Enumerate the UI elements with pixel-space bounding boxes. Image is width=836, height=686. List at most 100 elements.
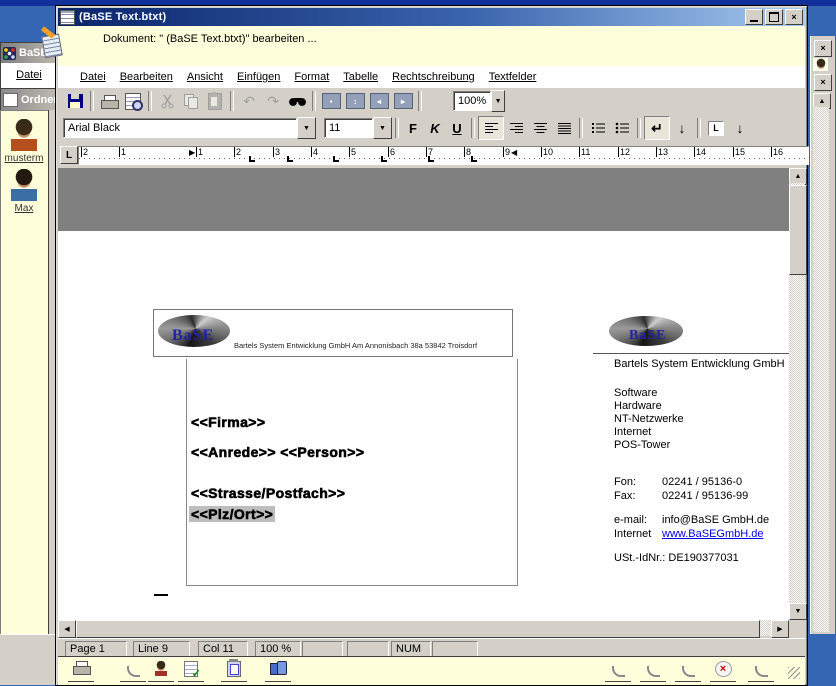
ruler-tab-selector[interactable]: L [60,146,78,164]
bullet-list-button[interactable] [610,117,634,139]
export-button[interactable] [265,661,291,682]
ruler-number: 3 [273,147,280,157]
line-break-button[interactable]: ↵ [644,116,670,140]
scroll-left-button[interactable]: ◀ [58,620,76,638]
pipe-tool-button-2[interactable] [605,661,631,682]
underline-button[interactable]: U [446,117,468,139]
menu-ansicht[interactable]: Ansicht [187,71,223,83]
find-button[interactable] [285,90,309,112]
cut-button[interactable] [155,90,179,112]
scroll-right-icon: ▶ [777,626,782,633]
align-justify-button[interactable] [552,117,576,139]
font-name-combobox[interactable]: Arial Black ▼ [63,118,316,138]
scroll-down-button[interactable]: ▼ [789,603,807,620]
insert-down-button[interactable]: ↓ [728,117,752,139]
user-link-max[interactable]: Max [1,203,47,214]
close-button[interactable]: × [785,9,803,25]
placeholder-anrede-person[interactable]: <<Anrede>> <<Person>> [191,444,364,460]
ruler-number: 2 [81,147,88,157]
align-right-icon [510,122,523,134]
user-link-musterm[interactable]: musterm [1,153,47,164]
pipe-tool-button-3[interactable] [640,661,666,682]
cancel-button[interactable]: × [710,661,736,682]
print-button[interactable] [97,90,121,112]
maximize-button[interactable] [765,9,783,25]
pipe-icon [127,666,140,677]
print-preview-button[interactable] [121,90,145,112]
textfield-button-1[interactable]: ▪ [319,90,343,112]
spellcheck-button[interactable] [178,661,204,682]
textfield-button-2[interactable]: ↕ [343,90,367,112]
bold-button[interactable]: F [402,117,424,139]
paragraph-down-button[interactable]: ↓ [670,117,694,139]
menu-bearbeiten[interactable]: Bearbeiten [120,71,173,83]
textfield-button-4[interactable]: ▸ [391,90,415,112]
vertical-scrollbar[interactable]: ▲ ▼ [789,168,805,620]
resize-grip[interactable] [788,667,800,679]
underline-icon: U [452,121,461,136]
redo-button[interactable]: ↷ [261,90,285,112]
ruler-number: 10 [541,147,553,157]
save-button[interactable] [63,90,87,112]
tab-type-icon: L [708,121,724,136]
address-window-box [186,359,518,586]
menu-rechtschreibung[interactable]: Rechtschreibung [392,71,475,83]
menu-einfuegen[interactable]: Einfügen [237,71,280,83]
copy-button[interactable] [179,90,203,112]
font-size-dropdown-button[interactable]: ▼ [373,117,392,139]
horizontal-scrollbar[interactable]: ◀ ▶ [58,620,805,638]
quick-print-button[interactable] [68,661,94,682]
font-size-combobox[interactable]: 11 ▼ [324,118,392,138]
scrollbar-corner [789,620,805,636]
contact-button[interactable] [148,661,174,682]
toolbar-separator [697,118,701,138]
placeholder-firma[interactable]: <<Firma>> [191,414,265,430]
find-icon [289,95,306,107]
user-avatar-max[interactable] [9,169,39,201]
ruler-number: 15 [733,147,745,157]
horizontal-scroll-thumb[interactable] [76,620,760,638]
ruler-strip[interactable]: 211234567891011121314151617▶◀ [78,146,809,165]
sidebar-ordner-titlebar: Ordner [0,88,60,112]
tab-type-button[interactable]: L [704,117,728,139]
align-right-button[interactable] [504,117,528,139]
italic-button[interactable]: K [424,117,446,139]
zoom-combobox[interactable]: 100% ▼ [453,91,505,111]
window-titlebar[interactable]: (BaSE Text.btxt) × [58,8,805,26]
font-name-dropdown-button[interactable]: ▼ [297,117,316,139]
zoom-dropdown-button[interactable]: ▼ [491,90,505,112]
menu-textfelder[interactable]: Textfelder [489,71,537,83]
ruler-number: 5 [349,147,356,157]
bg-window-close-button-1[interactable]: × [814,40,832,57]
ruler-tab-stop [428,156,434,162]
fax-label: Fax: [614,490,635,502]
pipe-tool-button-4[interactable] [675,661,701,682]
placeholder-strasse[interactable]: <<Strasse/Postfach>> [191,485,345,501]
horizontal-scroll-track[interactable] [760,620,771,636]
website-link[interactable]: www.BaSEGmbH.de [662,528,763,540]
paste-button[interactable] [203,90,227,112]
pipe-tool-button-1[interactable] [120,661,146,682]
align-center-button[interactable] [528,117,552,139]
sidebar-menu-datei[interactable]: Datei [16,69,42,81]
bg-avatar-fragment [813,58,828,71]
menu-tabelle[interactable]: Tabelle [343,71,378,83]
placeholder-plz-ort[interactable]: <<Plz/Ort>> [189,506,275,522]
pipe-tool-button-5[interactable] [748,661,774,682]
textfield-button-3[interactable]: ◂ [367,90,391,112]
pipe-icon [647,666,660,677]
user-avatar-musterm[interactable] [9,119,39,151]
bg-scrollbar-track[interactable] [813,107,829,632]
clipboard-button[interactable] [221,661,247,682]
scroll-right-button[interactable]: ▶ [771,620,789,638]
menu-format[interactable]: Format [294,71,329,83]
numbered-list-button[interactable] [586,117,610,139]
bg-window-close-button-2[interactable]: × [814,74,832,91]
align-left-button[interactable] [478,116,504,140]
vertical-scroll-thumb[interactable] [789,185,807,275]
undo-button[interactable]: ↶ [237,90,261,112]
numbered-list-icon [591,122,605,134]
menu-datei[interactable]: Datei [80,71,106,83]
document-area[interactable]: BaSE Bartels System Entwicklung GmbH Am … [58,168,789,620]
minimize-button[interactable] [745,9,763,25]
